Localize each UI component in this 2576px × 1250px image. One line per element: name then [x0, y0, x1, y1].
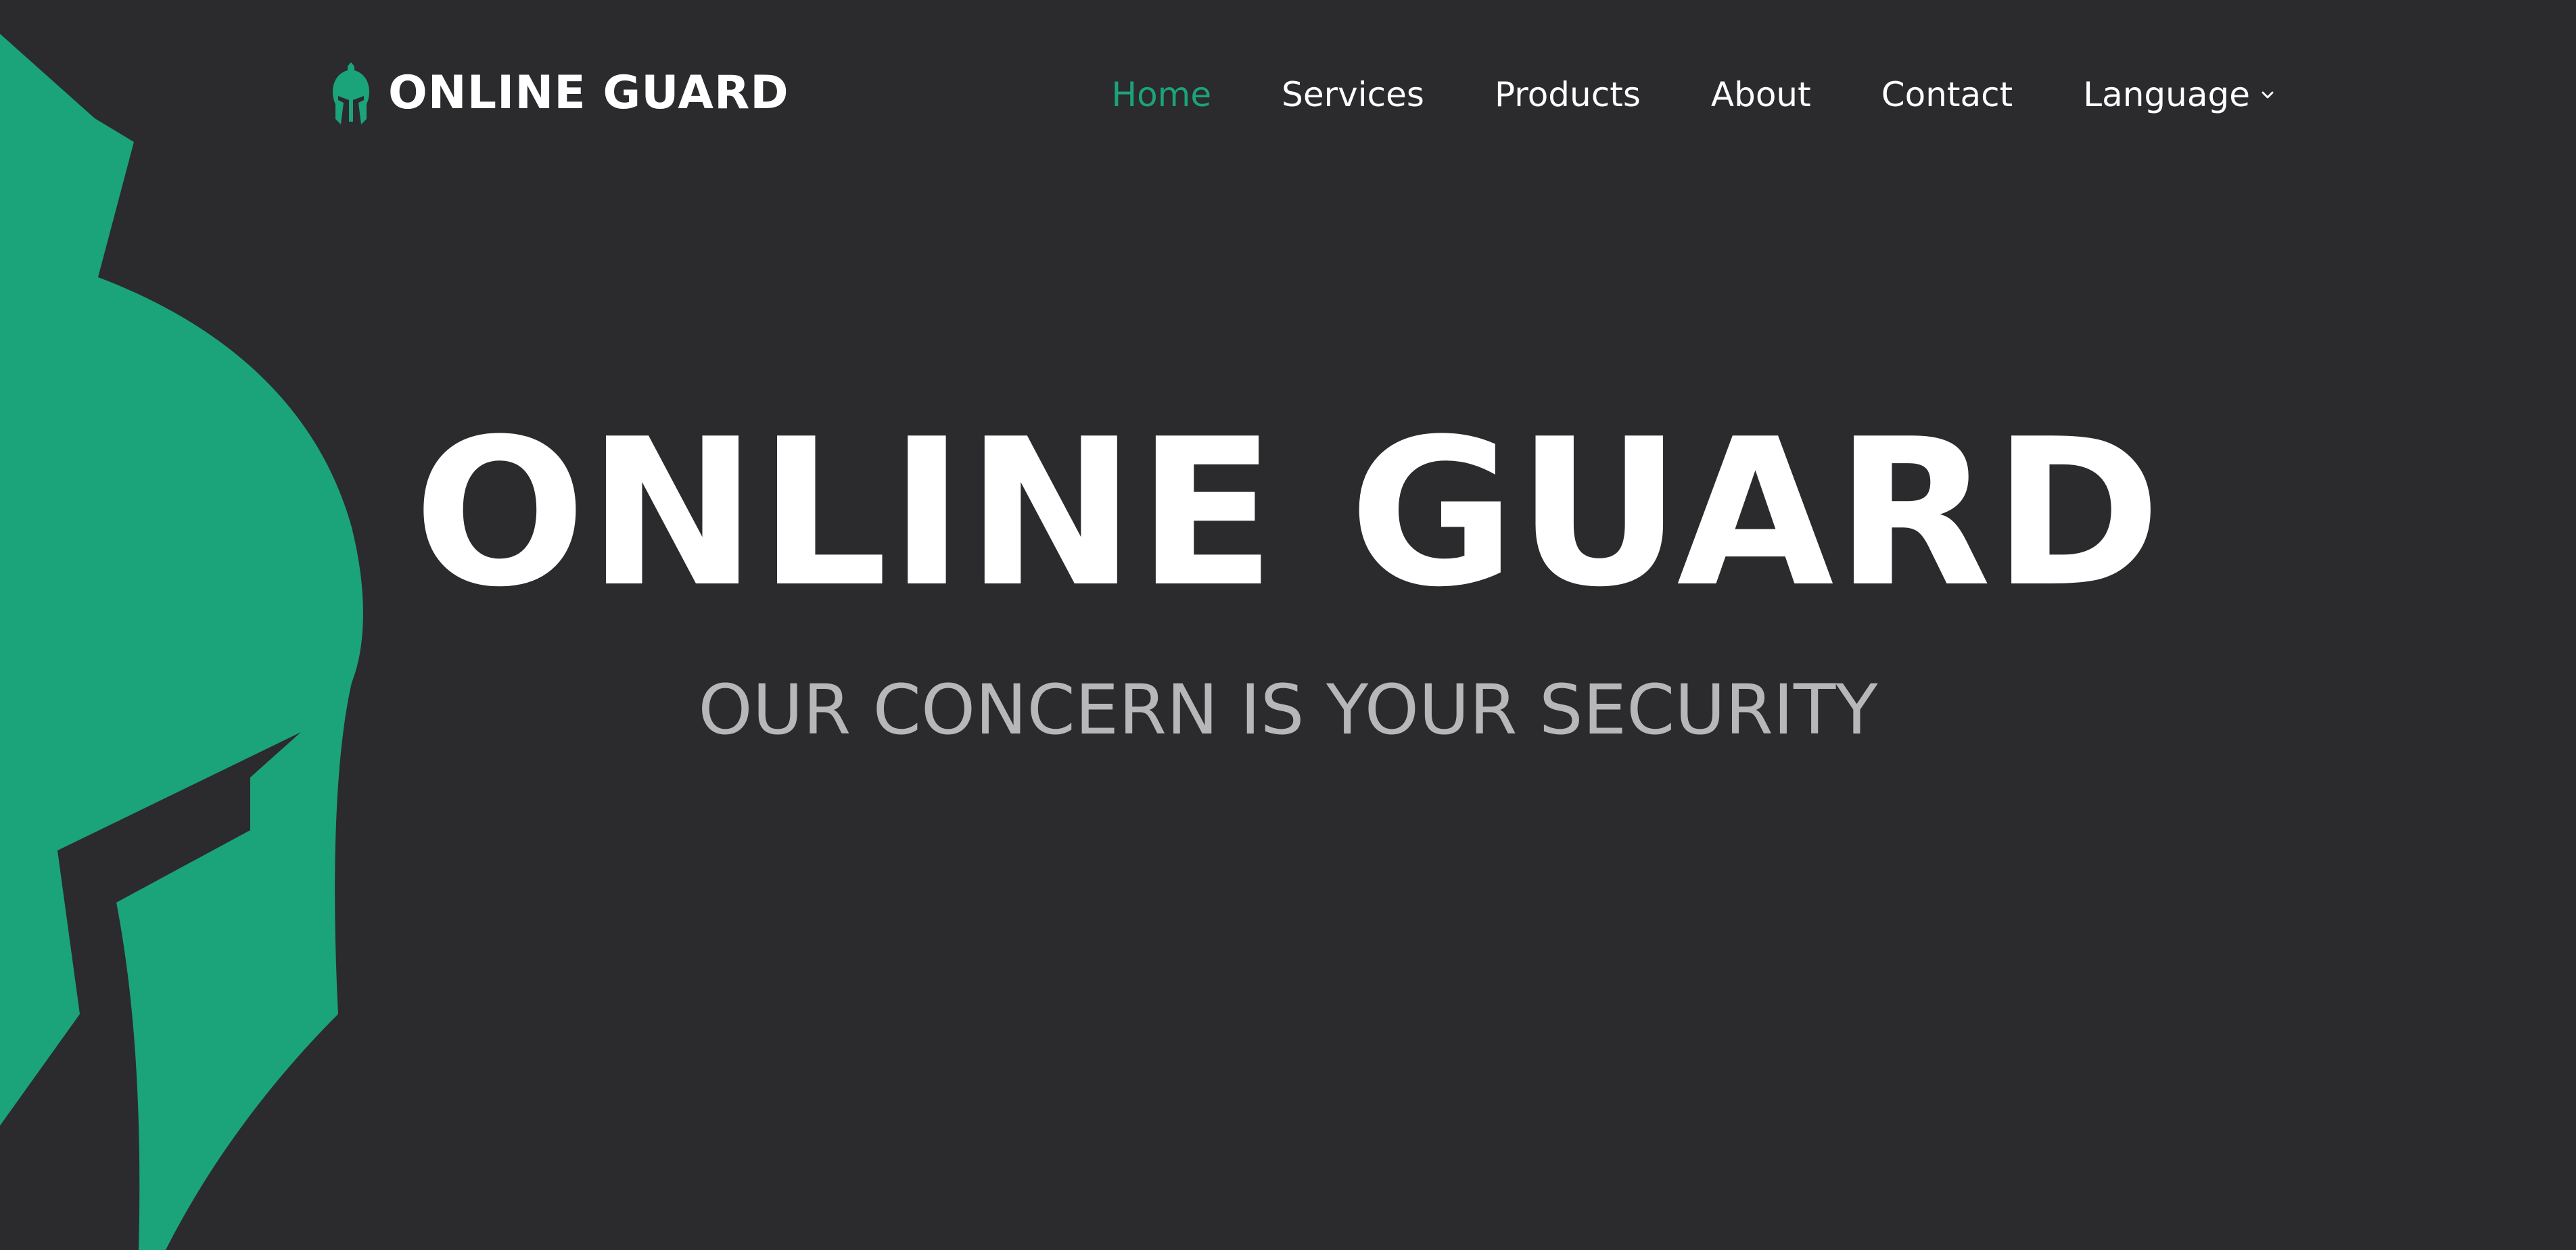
nav-link-contact[interactable]: Contact [1881, 78, 2013, 112]
nav-link-products[interactable]: Products [1495, 78, 1641, 112]
brand-logo[interactable]: ONLINE GUARD [331, 61, 789, 126]
hero-helmet-graphic [0, 34, 363, 1250]
hero-title: ONLINE GUARD [413, 395, 2163, 631]
nav-link-about[interactable]: About [1711, 78, 1811, 112]
hero-subtitle: OUR CONCERN IS YOUR SECURITY [698, 670, 1878, 750]
spartan-helmet-icon [333, 62, 369, 124]
chevron-down-icon [2262, 91, 2274, 99]
logo-text: ONLINE GUARD [388, 66, 789, 120]
nav-link-services[interactable]: Services [1282, 78, 1424, 112]
language-dropdown[interactable]: Language [2083, 78, 2276, 112]
main-navigation: Home Services Products About Contact Lan… [1111, 68, 2276, 122]
language-label: Language [2083, 75, 2250, 114]
nav-link-home[interactable]: Home [1111, 78, 1211, 112]
